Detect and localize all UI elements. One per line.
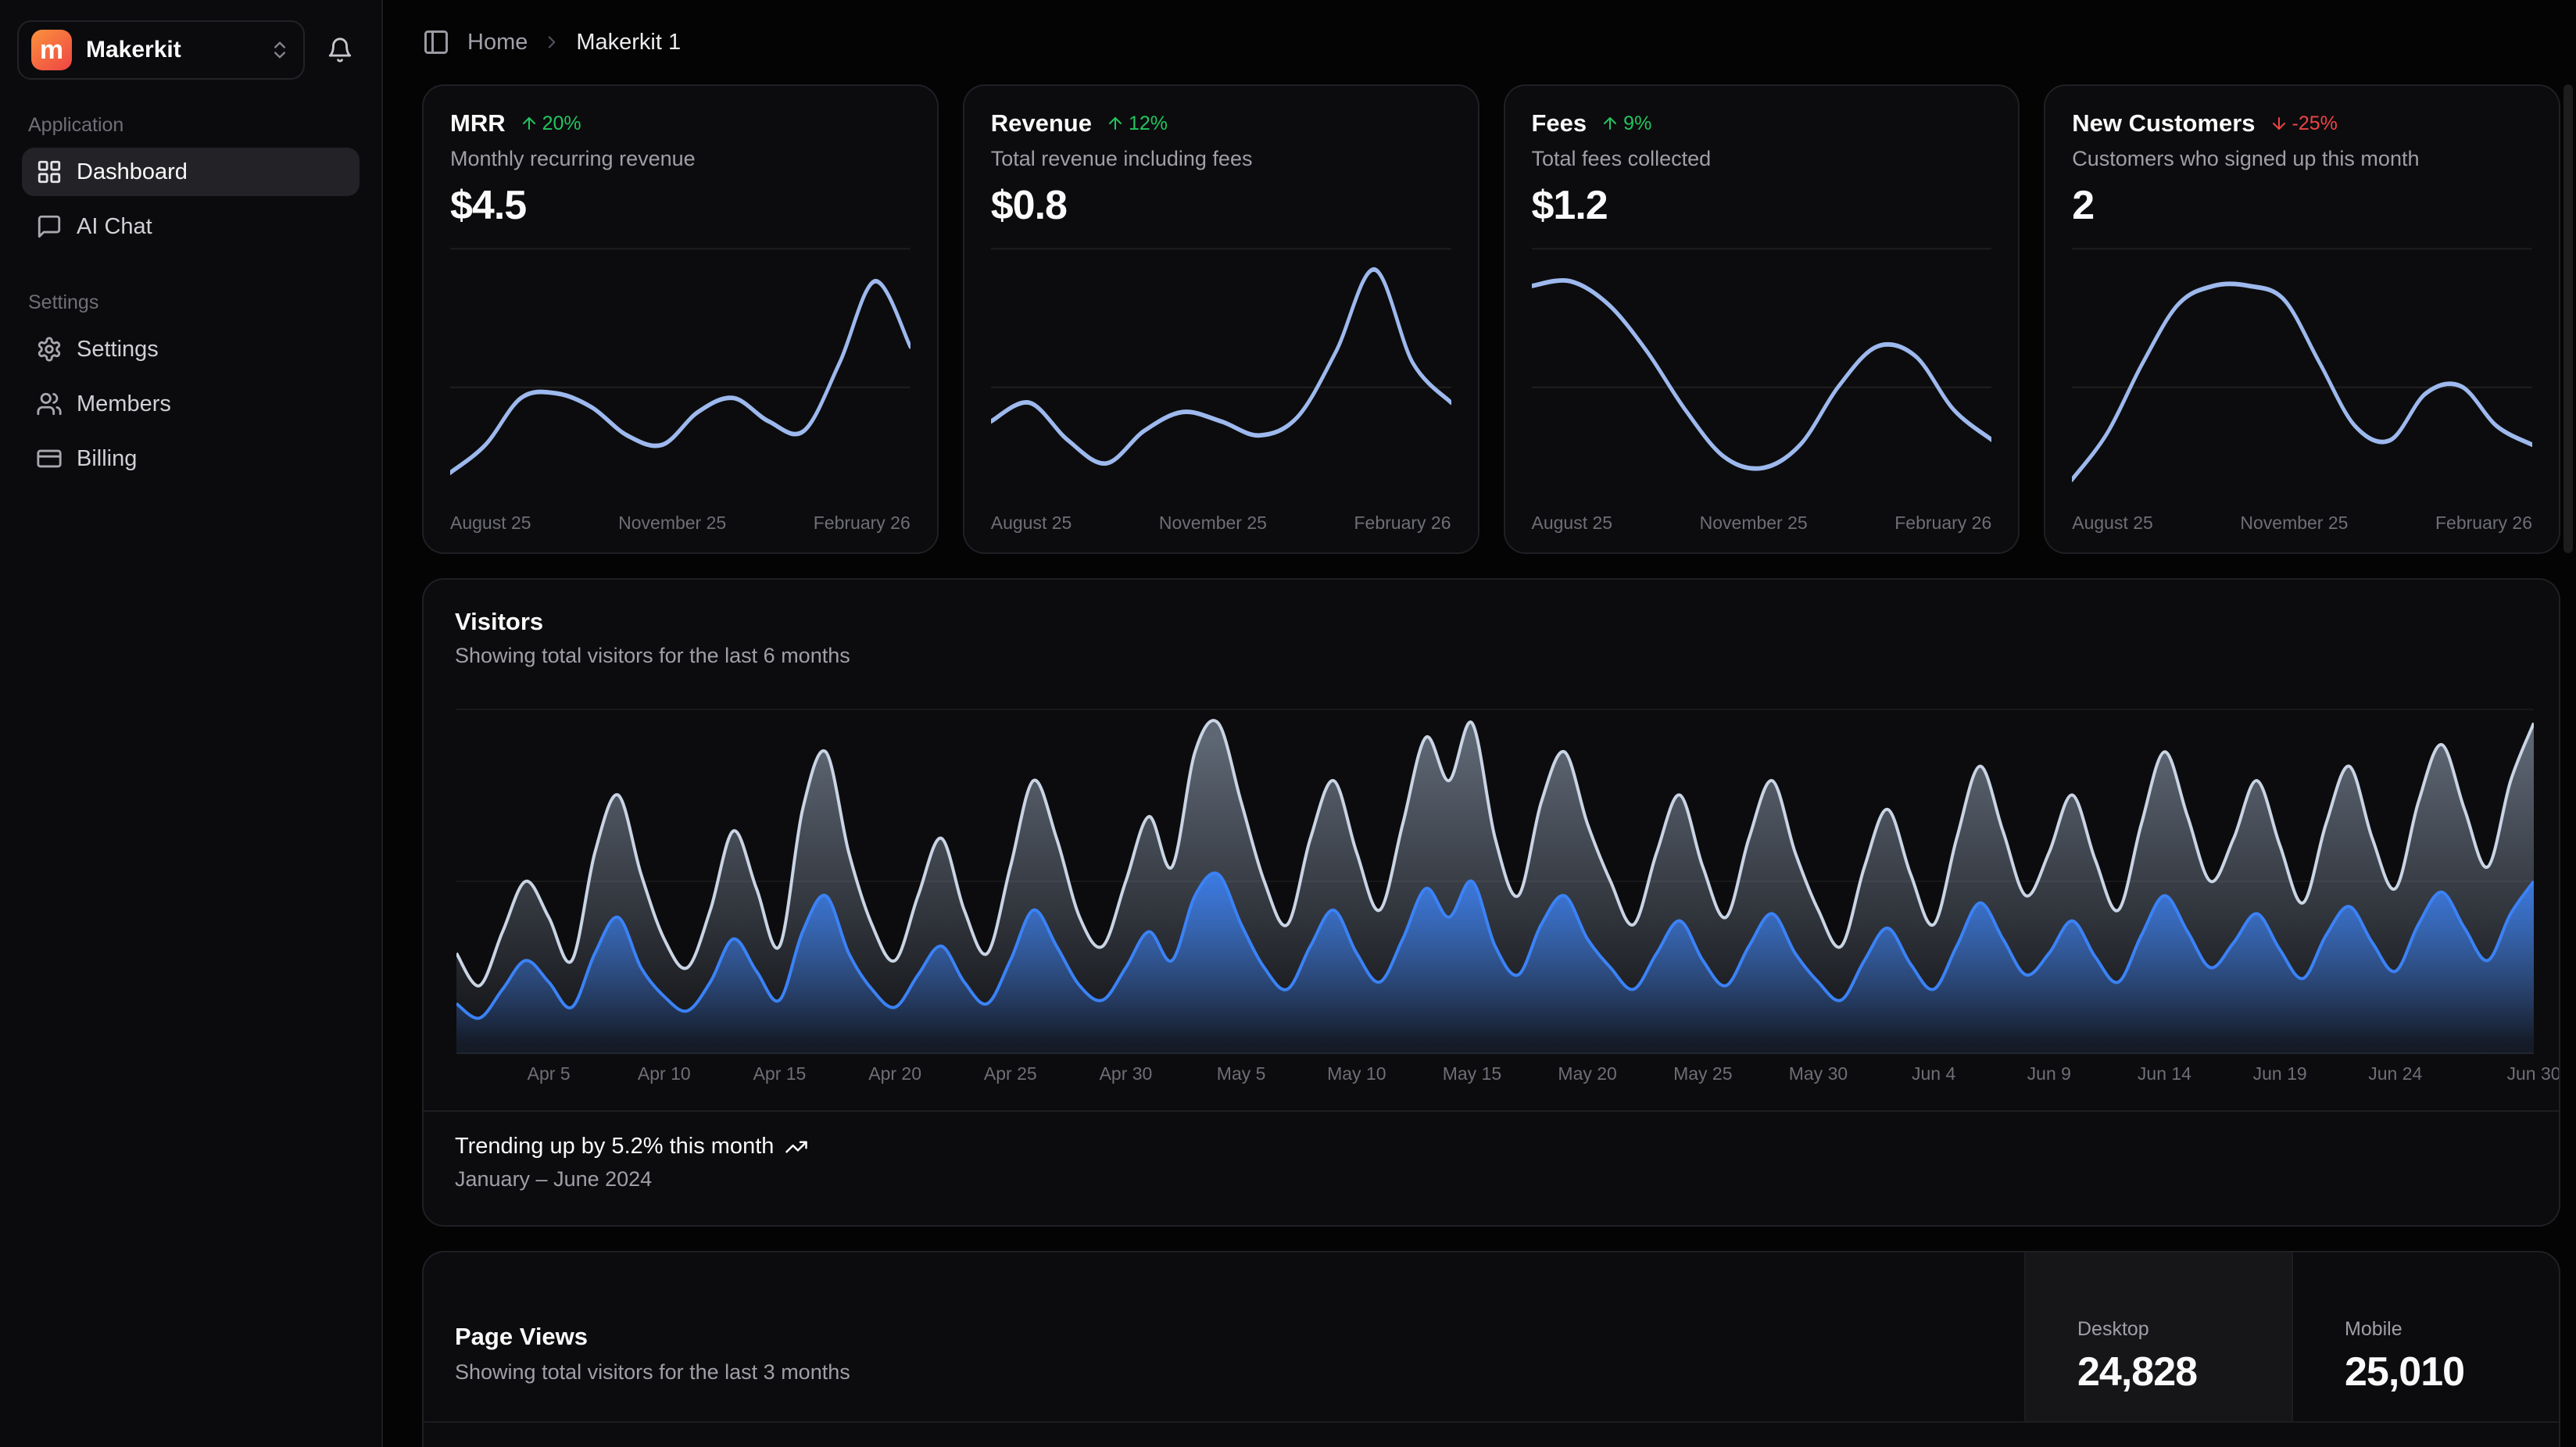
page-views-toggle-mobile[interactable]: Mobile 25,010 — [2292, 1252, 2559, 1421]
sparkline-chart — [2072, 248, 2532, 502]
stat-change-badge: 12% — [1106, 113, 1168, 135]
scrollbar-thumb[interactable] — [2563, 84, 2573, 553]
sidebar-item-ai-chat[interactable]: AI Chat — [22, 202, 360, 251]
stat-card-revenue: Revenue 12% Total revenue including fees… — [963, 84, 1479, 554]
sparkline-x-labels: August 25November 25February 26 — [1532, 513, 1992, 534]
arrow-up-icon — [1106, 114, 1125, 133]
section-label-application: Application — [28, 114, 353, 137]
main-area: Home Makerkit 1 MRR 20% — [383, 0, 2576, 1447]
workspace-switcher[interactable]: m Makerkit — [17, 20, 305, 80]
trending-text: Trending up by 5.2% this month — [455, 1134, 774, 1159]
stat-card-fees: Fees 9% Total fees collected $1.2 August… — [1504, 84, 2020, 554]
page-views-header: Page Views Showing total visitors for th… — [424, 1252, 2559, 1423]
stat-change-badge: -25% — [2270, 113, 2338, 135]
visitors-subtitle: Showing total visitors for the last 6 mo… — [455, 644, 2528, 668]
section-label-settings: Settings — [28, 291, 353, 314]
notifications-button[interactable] — [316, 26, 364, 74]
stat-subtitle: Customers who signed up this month — [2072, 147, 2532, 171]
sidebar-item-billing[interactable]: Billing — [22, 434, 360, 483]
arrow-up-icon — [520, 114, 538, 133]
arrow-up-icon — [1601, 114, 1619, 133]
sidebar: m Makerkit Application Dashboard — [0, 0, 383, 1447]
visitors-card: Visitors Showing total visitors for the … — [422, 578, 2560, 1227]
stat-change-badge: 9% — [1601, 113, 1651, 135]
stat-value: $1.2 — [1532, 182, 1992, 229]
stat-title: New Customers — [2072, 109, 2255, 138]
sidebar-item-label: Billing — [77, 446, 137, 472]
stat-subtitle: Total fees collected — [1532, 147, 1992, 171]
sidebar-item-dashboard[interactable]: Dashboard — [22, 148, 360, 196]
trending-up-icon — [785, 1135, 808, 1159]
stat-card-new-customers: New Customers -25% Customers who signed … — [2044, 84, 2560, 554]
page-views-title: Page Views — [455, 1323, 2024, 1351]
users-icon — [36, 391, 63, 417]
sparkline-x-labels: August 25November 25February 26 — [991, 513, 1451, 534]
visitors-x-ticks: Apr 5Apr 10Apr 15Apr 20Apr 25Apr 30May 5… — [456, 1063, 2534, 1090]
gear-icon — [36, 336, 63, 363]
chevron-right-icon — [542, 32, 562, 52]
stat-title: MRR — [450, 109, 506, 138]
bell-icon — [327, 37, 353, 63]
workspace-row: m Makerkit — [17, 20, 364, 80]
chevrons-up-down-icon — [269, 39, 291, 61]
stat-title: Fees — [1532, 109, 1587, 138]
sidebar-item-members[interactable]: Members — [22, 380, 360, 428]
stat-value: $4.5 — [450, 182, 911, 229]
stat-change-badge: 20% — [520, 113, 581, 135]
stat-value: $0.8 — [991, 182, 1451, 229]
page-views-toggle-desktop[interactable]: Desktop 24,828 — [2024, 1252, 2292, 1421]
dashboard-grid-icon — [36, 159, 63, 185]
sidebar-toggle-button[interactable] — [422, 28, 450, 56]
stat-value: 2 — [2072, 182, 2532, 229]
sparkline-x-labels: August 25November 25February 26 — [2072, 513, 2532, 534]
sparkline-chart — [991, 248, 1451, 502]
toggle-label: Mobile — [2345, 1318, 2559, 1341]
sidebar-item-settings[interactable]: Settings — [22, 325, 360, 373]
breadcrumb: Home Makerkit 1 — [467, 30, 681, 55]
date-range-text: January – June 2024 — [455, 1167, 2528, 1192]
toggle-value: 25,010 — [2345, 1349, 2559, 1395]
sparkline-chart — [1532, 248, 1992, 502]
breadcrumb-current: Makerkit 1 — [576, 30, 681, 55]
breadcrumb-home[interactable]: Home — [467, 30, 528, 55]
stat-subtitle: Total revenue including fees — [991, 147, 1451, 171]
toggle-label: Desktop — [2077, 1318, 2292, 1341]
panel-left-icon — [422, 28, 450, 56]
visitors-footer: Trending up by 5.2% this month January –… — [424, 1110, 2559, 1213]
topbar: Home Makerkit 1 — [383, 0, 2576, 84]
stat-subtitle: Monthly recurring revenue — [450, 147, 911, 171]
toggle-value: 24,828 — [2077, 1349, 2292, 1395]
makerkit-logo: m — [31, 30, 72, 70]
sidebar-item-label: Dashboard — [77, 159, 188, 185]
sparkline-x-labels: August 25November 25February 26 — [450, 513, 911, 534]
stat-cards-row: MRR 20% Monthly recurring revenue $4.5 A… — [422, 84, 2560, 554]
workspace-name: Makerkit — [86, 37, 181, 63]
page-views-card: Page Views Showing total visitors for th… — [422, 1251, 2560, 1447]
credit-card-icon — [36, 445, 63, 472]
chat-icon — [36, 213, 63, 240]
visitors-chart — [456, 709, 2534, 1054]
visitors-title: Visitors — [455, 608, 2528, 636]
app-root: m Makerkit Application Dashboard — [0, 0, 2576, 1447]
sparkline-chart — [450, 248, 911, 502]
dashboard-content: MRR 20% Monthly recurring revenue $4.5 A… — [383, 84, 2576, 1447]
stat-card-mrr: MRR 20% Monthly recurring revenue $4.5 A… — [422, 84, 939, 554]
arrow-down-icon — [2270, 114, 2288, 133]
page-views-subtitle: Showing total visitors for the last 3 mo… — [455, 1360, 2024, 1384]
stat-title: Revenue — [991, 109, 1092, 138]
sidebar-item-label: AI Chat — [77, 214, 152, 240]
sidebar-item-label: Settings — [77, 337, 159, 363]
sidebar-item-label: Members — [77, 391, 171, 417]
